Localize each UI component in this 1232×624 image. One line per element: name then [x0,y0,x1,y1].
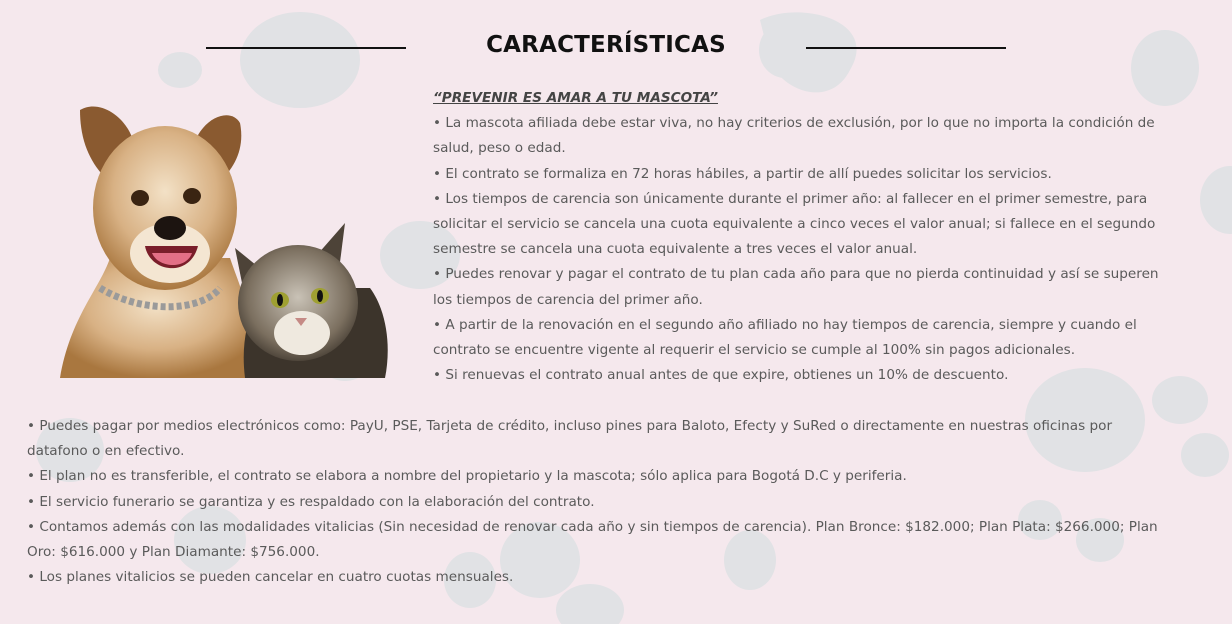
title-divider-left [206,47,406,49]
feature-item: • La mascota afiliada debe estar viva, n… [433,115,1155,157]
features-list: “PREVENIR ES AMAR A TU MASCOTA” • La mas… [433,86,1173,388]
feature-item: • El plan no es transferible, el contrat… [27,468,907,485]
dog-and-cat-image [60,106,388,378]
feature-item: • Si renuevas el contrato anual antes de… [433,367,1009,384]
feature-item: • Contamos además con las modalidades vi… [27,518,1158,561]
section-title: CARACTERÍSTICAS [486,32,726,58]
caracteristicas-section: CARACTERÍSTICAS “PREVENIR ES AMAR A TU M… [0,0,1232,624]
additional-features-list: • Puedes pagar por medios electrónicos c… [27,414,1177,590]
section-header: CARACTERÍSTICAS [0,30,1232,66]
feature-item: • Los planes vitalicios se pueden cancel… [27,569,514,586]
slogan: “PREVENIR ES AMAR A TU MASCOTA” [433,90,718,106]
title-divider-right [806,47,1006,49]
feature-item: • Los tiempos de carencia son únicamente… [433,190,1156,258]
feature-item: • Puedes renovar y pagar el contrato de … [433,266,1159,308]
feature-item: • Puedes pagar por medios electrónicos c… [27,418,1113,460]
feature-item: • El contrato se formaliza en 72 horas h… [433,165,1052,182]
cat-illustration [235,223,388,378]
feature-item: • A partir de la renovación en el segund… [433,316,1137,359]
feature-item: • El servicio funerario se garantiza y e… [27,493,595,510]
dog-illustration [60,106,253,378]
